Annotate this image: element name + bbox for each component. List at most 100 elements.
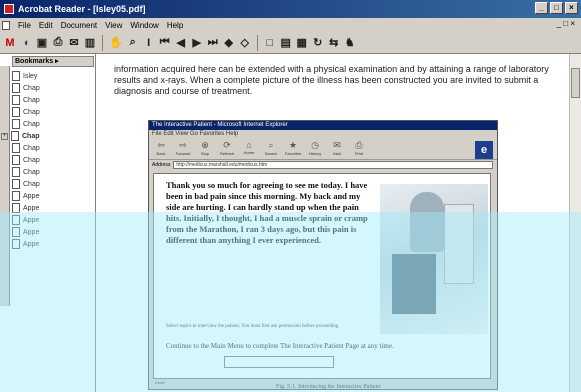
browser-address-bar: Address http://medicus.marshall.edu/medi… <box>149 160 497 170</box>
page-icon <box>12 215 20 225</box>
back-icon[interactable]: ◖ <box>20 36 32 50</box>
home-icon: ⌂ Home <box>243 139 255 155</box>
pdf-page: information acquired here can be extende… <box>96 54 581 392</box>
page-icon <box>12 167 20 177</box>
text-select-icon[interactable]: I <box>143 36 155 50</box>
page-icon <box>12 179 20 189</box>
title-bar: Acrobat Reader - [Isley05.pdf] _ □ × <box>0 0 581 18</box>
bookmark-item[interactable]: Appe <box>12 238 94 250</box>
actual-size-icon[interactable]: □ <box>264 36 276 50</box>
zoom-icon[interactable]: ⌕ <box>127 36 139 50</box>
bookmark-item[interactable]: Chap <box>12 178 94 190</box>
bookmark-item[interactable]: Chap <box>12 142 94 154</box>
page-icon <box>12 191 20 201</box>
search-icon: ⌕ Search <box>264 139 278 156</box>
rotate-icon[interactable]: ↻ <box>312 36 324 50</box>
expand-icon[interactable]: + <box>1 132 8 140</box>
menu-help[interactable]: Help <box>167 21 183 30</box>
show-navigation-icon[interactable]: ▥ <box>84 36 96 50</box>
bookmark-item[interactable]: Chap <box>12 82 94 94</box>
history-icon: ◷ History <box>308 139 322 156</box>
bookmark-item[interactable]: Appe <box>12 202 94 214</box>
browser-screenshot: The Interactive Patient - Microsoft Inte… <box>148 120 498 390</box>
document-view[interactable]: information acquired here can be extende… <box>96 54 581 392</box>
window-controls: _ □ × <box>535 2 578 14</box>
page-icon <box>12 203 20 213</box>
bookmarks-header[interactable]: Bookmarks ▸ <box>12 56 94 67</box>
find-icon[interactable]: ♞ <box>344 36 356 50</box>
scrollbar-thumb[interactable] <box>571 68 580 98</box>
bookmark-item[interactable]: Appe <box>12 226 94 238</box>
forward-arrow-icon: ⇨ Forward <box>175 139 191 156</box>
ie-logo-icon: e <box>475 141 493 159</box>
document-window-controls[interactable]: _ □ × <box>557 19 575 28</box>
menu-window[interactable]: Window <box>130 21 158 30</box>
hand-icon[interactable]: ✋ <box>109 36 123 50</box>
photo-figure <box>444 204 474 284</box>
bookmark-item[interactable]: Chap <box>12 154 94 166</box>
go-back-icon[interactable]: ◆ <box>223 36 235 50</box>
photo-figure <box>392 254 436 314</box>
page-icon <box>12 83 20 93</box>
bookmarks-panel: Bookmarks ▸ Isley Chap Chap Chap Chap + C… <box>0 54 96 392</box>
menu-view[interactable]: View <box>105 21 122 30</box>
favorites-icon: ★ Favorites <box>284 139 302 156</box>
page-icon <box>12 71 20 81</box>
address-label: Address <box>152 162 171 168</box>
bookmark-item[interactable]: Appe <box>12 214 94 226</box>
bookmark-item[interactable]: Chap <box>12 106 94 118</box>
minimize-button[interactable]: _ <box>535 2 548 14</box>
last-page-icon[interactable]: ⏭ <box>207 36 219 50</box>
page-icon <box>12 239 20 249</box>
previous-page-icon[interactable]: ◀ <box>175 36 187 50</box>
menu-file[interactable]: File <box>18 21 31 30</box>
page-icon <box>12 107 20 117</box>
acrobat-app-icon <box>4 4 14 14</box>
question-input <box>224 356 334 368</box>
maximize-button[interactable]: □ <box>550 2 563 14</box>
print-icon: ⎙ Print <box>354 139 364 156</box>
menu-bar: File Edit Document View Window Help _ □ … <box>0 18 581 32</box>
document-icon <box>2 20 10 30</box>
page-icon <box>12 95 20 105</box>
fit-page-icon[interactable]: ▤ <box>280 36 292 50</box>
main-menu-link-text: Continue to the Main Menu to complete Th… <box>166 342 394 350</box>
rotate-cw-icon[interactable]: ⇆ <box>328 36 340 50</box>
address-field: http://medicus.marshall.edu/medicus.htm <box>173 161 493 169</box>
figure-caption: Fig. 5-1. Introducing the Interactive Pa… <box>276 384 381 390</box>
browser-toolbar: ⇦ Back ⇨ Forward ⊗ Stop ⟳ Refresh ⌂ Home ⌕ Sea… <box>149 138 497 160</box>
menu-edit[interactable]: Edit <box>39 21 53 30</box>
hand-tool-icon[interactable]: M <box>4 36 16 50</box>
fit-width-icon[interactable]: ▦ <box>296 36 308 50</box>
patient-photo <box>380 184 488 334</box>
vertical-scrollbar[interactable] <box>569 54 581 392</box>
document-paragraph: information acquired here can be extende… <box>114 64 549 96</box>
page-icon <box>12 155 20 165</box>
mail-icon: ✉ Mail <box>333 139 341 156</box>
browser-title: The Interactive Patient - Microsoft Inte… <box>149 121 497 130</box>
first-page-icon[interactable]: ⏮ <box>159 36 171 50</box>
toolbar: M ◖ ▣ ⎙ ✉ ▥ ✋ ⌕ I ⏮ ◀ ▶ ⏭ ◆ ◇ □ ▤ ▦ ↻ ⇆ … <box>0 32 581 54</box>
bookmark-item-selected[interactable]: + Chap <box>1 130 94 142</box>
bookmarks-tab-strip[interactable] <box>0 66 10 306</box>
photo-figure <box>410 192 444 252</box>
bookmarks-tree: Isley Chap Chap Chap Chap + Chap Chap Cha… <box>1 70 94 250</box>
bookmark-item[interactable]: Chap <box>12 166 94 178</box>
window-title: Acrobat Reader - [Isley05.pdf] <box>18 4 146 14</box>
open-icon[interactable]: ▣ <box>36 36 48 50</box>
browser-content: Thank you so much for agreeing to see me… <box>153 173 491 379</box>
close-button[interactable]: × <box>565 2 578 14</box>
bookmark-item[interactable]: Chap <box>12 118 94 130</box>
email-icon[interactable]: ✉ <box>68 36 80 50</box>
toolbar-separator <box>256 34 258 51</box>
instruction-text: Select topics to interview the patient. … <box>166 324 340 329</box>
print-icon[interactable]: ⎙ <box>52 36 64 50</box>
page-icon <box>12 227 20 237</box>
bookmark-item[interactable]: Chap <box>12 94 94 106</box>
refresh-icon: ⟳ Refresh <box>219 139 234 156</box>
go-forward-icon[interactable]: ◇ <box>239 36 251 50</box>
bookmark-item[interactable]: Isley <box>12 70 94 82</box>
bookmark-item[interactable]: Appe <box>12 190 94 202</box>
next-page-icon[interactable]: ▶ <box>191 36 203 50</box>
menu-document[interactable]: Document <box>61 21 97 30</box>
